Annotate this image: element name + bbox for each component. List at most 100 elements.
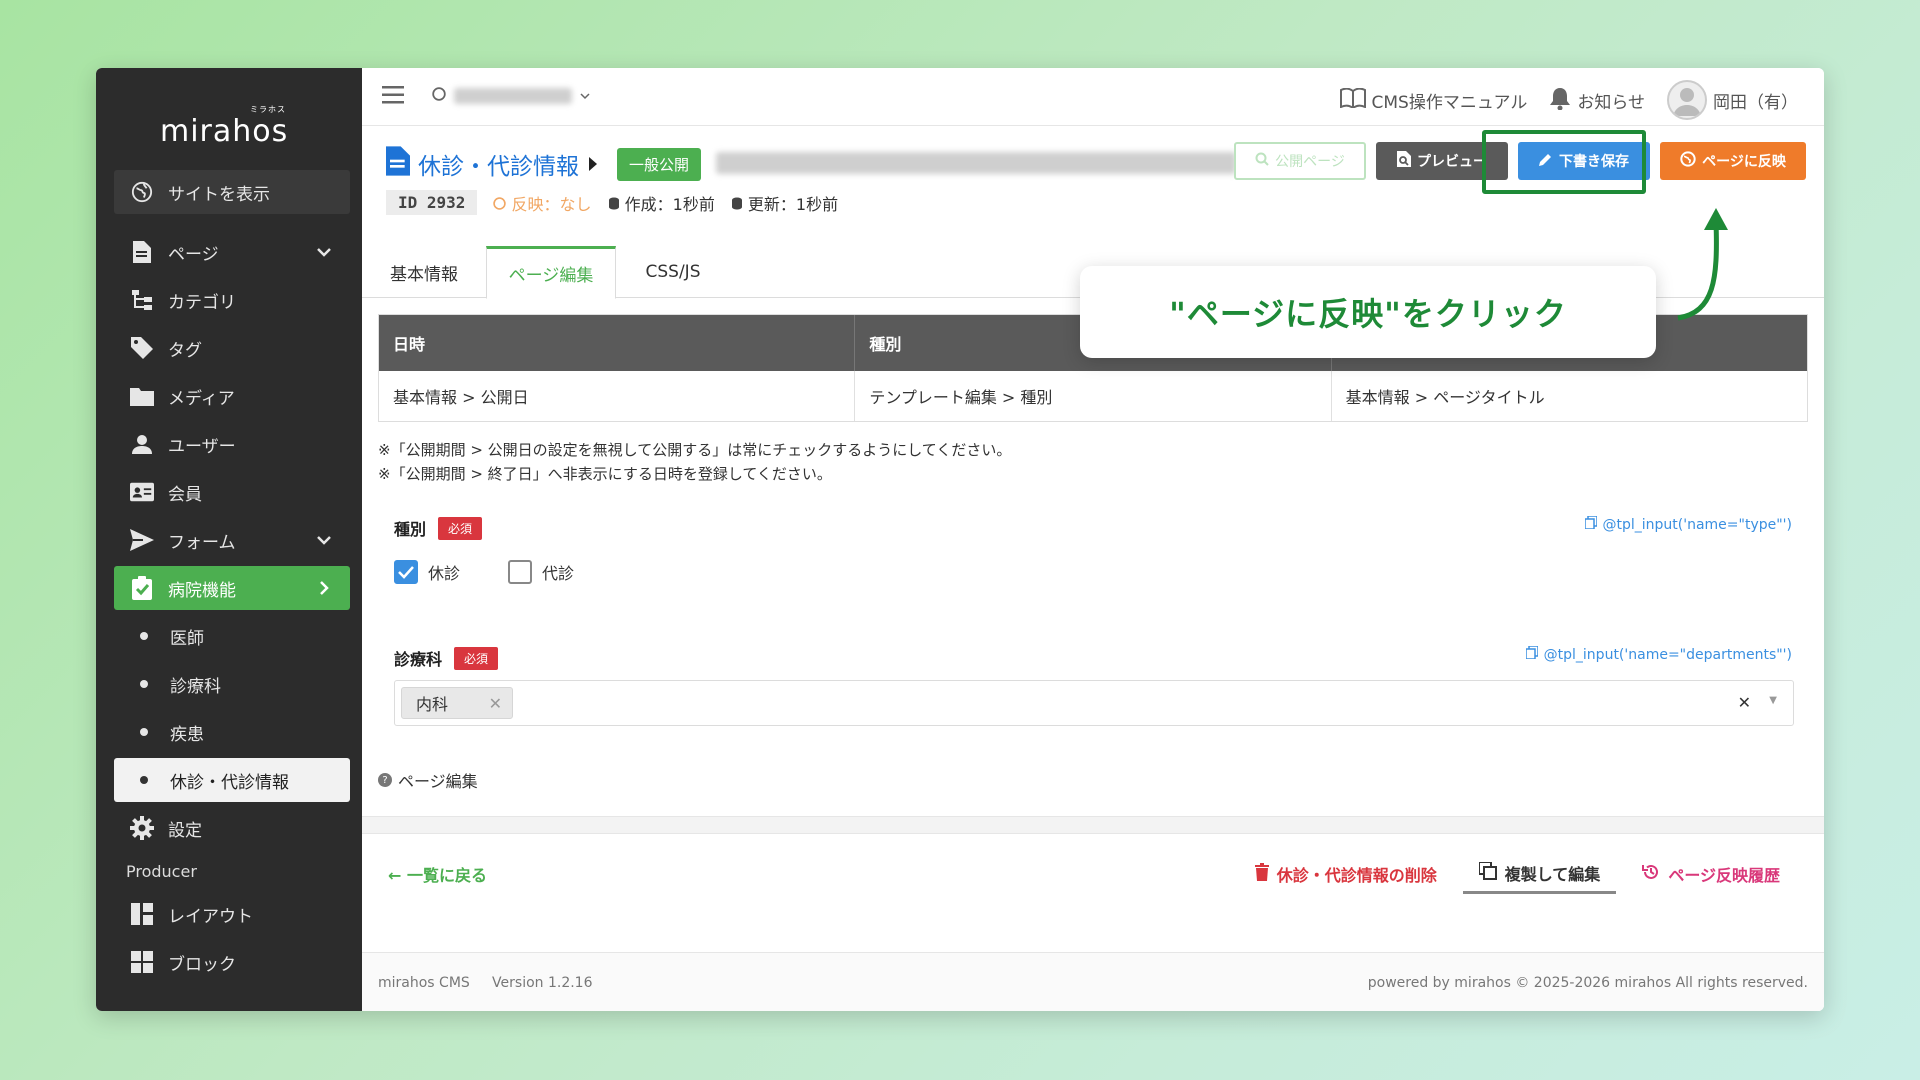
chevron-down-icon (580, 87, 590, 105)
sidebar-item-categories[interactable]: カテゴリ (114, 278, 350, 322)
tutorial-callout: "ページに反映"をクリック (1080, 266, 1656, 358)
reflect-page-button[interactable]: ページに反映 (1660, 142, 1806, 180)
reflect-history-button[interactable]: ページ反映履歴 (1642, 854, 1780, 894)
logo[interactable]: ミラホス mirahos (160, 102, 300, 152)
divider (362, 816, 1824, 834)
table-cell: テンプレート編集 > 種別 (855, 371, 1332, 421)
duplicate-label: 複製して編集 (1504, 864, 1601, 884)
sidebar-item-blocks[interactable]: ブロック (114, 940, 350, 984)
table-row: 基本情報 > 公開日 テンプレート編集 > 種別 基本情報 > ページタイトル (379, 371, 1807, 421)
app-window: ミラホス mirahos サイトを表示 ページ カテゴリ タグ メディア ユーザ… (96, 68, 1824, 1011)
sidebar-item-forms[interactable]: フォーム (114, 518, 350, 562)
document-icon (386, 146, 410, 182)
chip-remove-icon[interactable]: ✕ (489, 694, 502, 713)
public-page-button[interactable]: 公開ページ (1234, 142, 1366, 180)
required-badge: 必須 (438, 516, 483, 540)
sidebar-item-members[interactable]: 会員 (114, 470, 350, 514)
page-edit-help[interactable]: ? ページ編集 (378, 768, 478, 792)
sidebar-item-tags[interactable]: タグ (114, 326, 350, 370)
caret-down-icon[interactable]: ▼ (1769, 695, 1777, 706)
sidebar-item-label: 医師 (170, 628, 204, 649)
notice-link[interactable]: お知らせ (1549, 86, 1645, 115)
sidebar-item-pages[interactable]: ページ (114, 230, 350, 274)
page-name-redacted (716, 152, 1236, 174)
page-title-text: 休診・代診情報 (418, 154, 579, 180)
logo-text: mirahos (160, 114, 289, 149)
view-site-button[interactable]: サイトを表示 (114, 170, 350, 214)
callout-arrow-icon (1677, 208, 1728, 321)
checkbox-closure[interactable]: 休診 (394, 560, 460, 584)
sidebar-subitem-doctors[interactable]: 医師 (114, 614, 350, 658)
checkbox-checked[interactable] (394, 560, 418, 584)
departments-tpl-copy[interactable]: @tpl_input('name="departments"') (1524, 645, 1792, 663)
sidebar-item-label: 休診・代診情報 (170, 772, 289, 793)
search-icon (1255, 152, 1269, 170)
duplicate-edit-button[interactable]: 複製して編集 (1462, 854, 1617, 894)
page-meta: ID 2932 反映：なし 作成：1秒前 更新：1秒前 (386, 190, 838, 215)
sidebar-item-label: 設定 (168, 820, 202, 841)
sidebar-subitem-closures[interactable]: 休診・代診情報 (114, 758, 350, 802)
sidebar-item-label: ページ (168, 244, 219, 265)
manual-link[interactable]: CMS操作マニュアル (1339, 87, 1527, 113)
book-icon (1339, 87, 1366, 113)
caret-right-icon (587, 151, 599, 177)
clear-icon[interactable]: ✕ (1738, 693, 1751, 712)
reflect-status: 反映：なし (493, 191, 592, 215)
bullet-icon (140, 680, 148, 688)
user-menu[interactable]: 岡田（有） (1667, 80, 1798, 120)
type-tpl-copy[interactable]: @tpl_input('name="type"') (1583, 515, 1793, 533)
history-icon (1642, 863, 1660, 885)
copy-icon (1524, 645, 1539, 663)
sidebar-item-settings[interactable]: 設定 (114, 806, 350, 850)
delete-button[interactable]: 休診・代診情報の削除 (1254, 854, 1437, 894)
footer-version: mirahos CMS Version 1.2.16 (378, 975, 593, 991)
sidebar-item-media[interactable]: メディア (114, 374, 350, 418)
selected-chip: 内科 ✕ (401, 687, 513, 719)
globe-icon (493, 195, 507, 214)
sidebar-item-layout[interactable]: レイアウト (114, 892, 350, 936)
checkbox-unchecked[interactable] (508, 560, 533, 584)
globe-icon (1680, 151, 1696, 171)
bullet-icon (140, 728, 148, 736)
public-page-label: 公開ページ (1275, 154, 1345, 170)
sidebar-item-label: カテゴリ (168, 292, 236, 313)
tag-icon (130, 336, 154, 360)
tab-css-js[interactable]: CSS/JS (616, 246, 730, 298)
type-label-text: 種別 (394, 520, 427, 539)
tab-page-edit[interactable]: ページ編集 (486, 246, 616, 299)
sidebar-subitem-diseases[interactable]: 疾患 (114, 710, 350, 754)
sidebar-item-label: レイアウト (168, 906, 253, 927)
sidebar-item-hospital[interactable]: 病院機能 (114, 566, 350, 610)
sidebar-item-label: ブロック (168, 954, 236, 975)
type-tpl-text: @tpl_input('name="type"') (1602, 516, 1793, 533)
sidebar-item-label: メディア (168, 388, 235, 409)
question-icon: ? (378, 773, 392, 787)
type-options: 休診 代診 (394, 560, 574, 584)
layout-icon (130, 902, 154, 926)
sidebar-item-label: 診療科 (170, 676, 221, 697)
site-selector[interactable] (432, 87, 590, 105)
back-to-list-link[interactable]: ← 一覧に戻る (388, 862, 487, 886)
preview-label: プレビュー (1417, 154, 1487, 170)
send-icon (130, 528, 154, 552)
table-cell: 基本情報 > 公開日 (379, 371, 856, 421)
copy-icon (1583, 515, 1598, 533)
tab-basic-info[interactable]: 基本情報 (362, 246, 486, 298)
bell-icon (1549, 86, 1571, 115)
page-actions: 休診・代診情報の削除 複製して編集 ページ反映履歴 (1254, 854, 1780, 894)
sidebar-subitem-departments[interactable]: 診療科 (114, 662, 350, 706)
menu-icon[interactable] (382, 86, 404, 104)
folder-icon (130, 384, 154, 408)
sidebar-item-label: ユーザー (168, 436, 236, 457)
globe-icon (432, 87, 446, 105)
reflect-page-label: ページに反映 (1702, 154, 1786, 170)
reflect-button-highlight (1482, 130, 1646, 194)
sidebar-item-users[interactable]: ユーザー (114, 422, 350, 466)
id-card-icon (130, 480, 154, 504)
note-line: ※「公開期間 > 公開日の設定を無視して公開する」は常にチェックするようにしてく… (378, 441, 1012, 459)
view-site-label: サイトを表示 (168, 184, 270, 205)
table-header-cell: 日時 (379, 315, 856, 371)
departments-select[interactable]: 内科 ✕ ✕ ▼ (394, 680, 1794, 726)
page-id-label: ID (398, 193, 418, 212)
checkbox-substitute[interactable]: 代診 (508, 560, 574, 584)
